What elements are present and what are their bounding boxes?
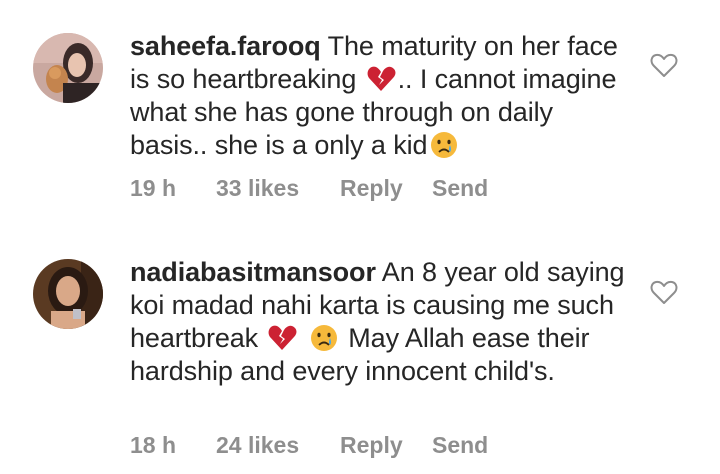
- comment-item: nadiabasitmansoor An 8 year old saying k…: [0, 236, 720, 474]
- reply-button[interactable]: Reply: [340, 432, 432, 459]
- broken-heart-icon: [267, 323, 297, 353]
- comment-text: nadiabasitmansoor An 8 year old saying k…: [130, 256, 630, 388]
- comment-username[interactable]: nadiabasitmansoor: [130, 257, 376, 287]
- comment-time: 19 h: [130, 175, 177, 201]
- crying-face-icon: [429, 130, 459, 160]
- like-heart-icon[interactable]: [650, 280, 678, 306]
- comment-username[interactable]: saheefa.farooq: [130, 31, 321, 61]
- reply-button[interactable]: Reply: [340, 175, 432, 202]
- avatar[interactable]: [33, 33, 103, 103]
- likes-count[interactable]: 24 likes: [216, 432, 340, 459]
- comment-item: saheefa.farooq The maturity on her face …: [0, 0, 720, 236]
- avatar[interactable]: [33, 259, 103, 329]
- send-button[interactable]: Send: [432, 175, 488, 202]
- comment-time: 18 h: [130, 432, 177, 458]
- broken-heart-icon: [366, 64, 396, 94]
- comment-meta: 19 h 33 likes Reply Send: [130, 175, 488, 202]
- comment-text: saheefa.farooq The maturity on her face …: [130, 30, 630, 162]
- like-heart-icon[interactable]: [650, 53, 678, 79]
- likes-count[interactable]: 33 likes: [216, 175, 340, 202]
- send-button[interactable]: Send: [432, 432, 488, 459]
- comment-meta: 18 h 24 likes Reply Send: [130, 432, 488, 459]
- crying-face-icon: [309, 323, 339, 353]
